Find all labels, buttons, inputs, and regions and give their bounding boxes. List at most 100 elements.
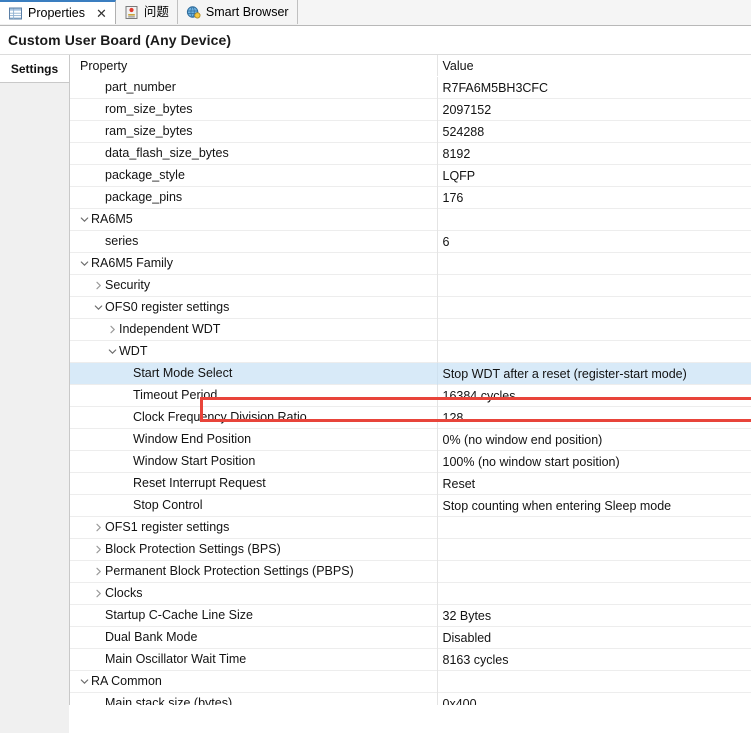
table-row[interactable]: Permanent Block Protection Settings (PBP… (70, 561, 751, 583)
cell-value[interactable]: R7FA6M5BH3CFC (437, 77, 751, 99)
cell-property[interactable]: WDT (70, 341, 437, 363)
cell-property[interactable]: series (70, 231, 437, 253)
cell-value[interactable]: Stop counting when entering Sleep mode (437, 495, 751, 517)
cell-value[interactable]: Stop WDT after a reset (register-start m… (437, 363, 751, 385)
table-row[interactable]: OFS0 register settings (70, 297, 751, 319)
cell-value[interactable] (437, 671, 751, 693)
chevron-down-icon[interactable] (77, 677, 91, 686)
cell-value[interactable] (437, 517, 751, 539)
cell-property[interactable]: package_style (70, 165, 437, 187)
table-row[interactable]: Start Mode SelectStop WDT after a reset … (70, 363, 751, 385)
chevron-right-icon[interactable] (91, 545, 105, 554)
cell-property[interactable]: Startup C-Cache Line Size (70, 605, 437, 627)
cell-property[interactable]: Stop Control (70, 495, 437, 517)
cell-property[interactable]: ram_size_bytes (70, 121, 437, 143)
table-row[interactable]: Clock Frequency Division Ratio128 (70, 407, 751, 429)
cell-value[interactable]: 32 Bytes (437, 605, 751, 627)
table-row[interactable]: data_flash_size_bytes8192 (70, 143, 751, 165)
chevron-right-icon[interactable] (91, 281, 105, 290)
cell-value[interactable]: 176 (437, 187, 751, 209)
cell-property[interactable]: Dual Bank Mode (70, 627, 437, 649)
chevron-right-icon[interactable] (91, 523, 105, 532)
cell-property[interactable]: OFS0 register settings (70, 297, 437, 319)
cell-property[interactable]: Block Protection Settings (BPS) (70, 539, 437, 561)
chevron-down-icon[interactable] (77, 215, 91, 224)
cell-value[interactable]: 0x400 (437, 693, 751, 706)
tab-problems[interactable]: 问题 (116, 0, 178, 24)
table-row[interactable]: Startup C-Cache Line Size32 Bytes (70, 605, 751, 627)
table-row[interactable]: Stop ControlStop counting when entering … (70, 495, 751, 517)
table-row[interactable]: Block Protection Settings (BPS) (70, 539, 751, 561)
table-row[interactable]: ram_size_bytes524288 (70, 121, 751, 143)
cell-property[interactable]: Clocks (70, 583, 437, 605)
cell-property[interactable]: Timeout Period (70, 385, 437, 407)
table-row[interactable]: RA Common (70, 671, 751, 693)
cell-property[interactable]: package_pins (70, 187, 437, 209)
cell-value[interactable]: 8163 cycles (437, 649, 751, 671)
chevron-right-icon[interactable] (105, 325, 119, 334)
sidebar-item-settings[interactable]: Settings (0, 55, 69, 83)
chevron-down-icon[interactable] (91, 303, 105, 312)
table-row[interactable]: Reset Interrupt RequestReset (70, 473, 751, 495)
table-row[interactable]: Independent WDT (70, 319, 751, 341)
cell-value[interactable]: Disabled (437, 627, 751, 649)
cell-value[interactable]: 524288 (437, 121, 751, 143)
cell-value[interactable] (437, 341, 751, 363)
table-row[interactable]: Window Start Position100% (no window sta… (70, 451, 751, 473)
table-row[interactable]: RA6M5 (70, 209, 751, 231)
cell-property[interactable]: RA6M5 Family (70, 253, 437, 275)
cell-property[interactable]: Permanent Block Protection Settings (PBP… (70, 561, 437, 583)
table-row[interactable]: OFS1 register settings (70, 517, 751, 539)
cell-value[interactable] (437, 319, 751, 341)
cell-property[interactable]: part_number (70, 77, 437, 99)
column-header-property[interactable]: Property (70, 55, 437, 77)
close-icon[interactable]: ✕ (96, 7, 107, 20)
cell-property[interactable]: data_flash_size_bytes (70, 143, 437, 165)
cell-value[interactable] (437, 539, 751, 561)
table-row[interactable]: Clocks (70, 583, 751, 605)
cell-property[interactable]: Clock Frequency Division Ratio (70, 407, 437, 429)
table-row[interactable]: Main stack size (bytes)0x400 (70, 693, 751, 706)
cell-property[interactable]: RA Common (70, 671, 437, 693)
cell-value[interactable]: LQFP (437, 165, 751, 187)
cell-property[interactable]: Independent WDT (70, 319, 437, 341)
table-row[interactable]: Main Oscillator Wait Time8163 cycles (70, 649, 751, 671)
cell-property[interactable]: Window End Position (70, 429, 437, 451)
cell-value[interactable] (437, 583, 751, 605)
cell-property[interactable]: RA6M5 (70, 209, 437, 231)
cell-value[interactable] (437, 275, 751, 297)
tab-smart-browser[interactable]: Smart Browser (178, 0, 298, 24)
cell-property[interactable]: rom_size_bytes (70, 99, 437, 121)
cell-value[interactable]: 16384 cycles (437, 385, 751, 407)
table-row[interactable]: Timeout Period16384 cycles (70, 385, 751, 407)
cell-value[interactable] (437, 209, 751, 231)
column-header-value[interactable]: Value (437, 55, 751, 77)
cell-value[interactable] (437, 561, 751, 583)
cell-value[interactable]: 128 (437, 407, 751, 429)
cell-value[interactable]: 2097152 (437, 99, 751, 121)
cell-value[interactable]: 0% (no window end position) (437, 429, 751, 451)
cell-value[interactable]: 8192 (437, 143, 751, 165)
table-row[interactable]: rom_size_bytes2097152 (70, 99, 751, 121)
cell-property[interactable]: OFS1 register settings (70, 517, 437, 539)
chevron-right-icon[interactable] (91, 589, 105, 598)
cell-value[interactable]: Reset (437, 473, 751, 495)
cell-value[interactable] (437, 297, 751, 319)
chevron-down-icon[interactable] (105, 347, 119, 356)
table-row[interactable]: RA6M5 Family (70, 253, 751, 275)
table-row[interactable]: package_pins176 (70, 187, 751, 209)
table-row[interactable]: series6 (70, 231, 751, 253)
cell-value[interactable]: 6 (437, 231, 751, 253)
table-row[interactable]: Security (70, 275, 751, 297)
table-row[interactable]: package_styleLQFP (70, 165, 751, 187)
table-row[interactable]: Window End Position 0% (no window end po… (70, 429, 751, 451)
cell-value[interactable]: 100% (no window start position) (437, 451, 751, 473)
cell-property[interactable]: Main Oscillator Wait Time (70, 649, 437, 671)
tab-properties[interactable]: Properties ✕ (0, 0, 116, 24)
cell-value[interactable] (437, 253, 751, 275)
table-row[interactable]: part_numberR7FA6M5BH3CFC (70, 77, 751, 99)
cell-property[interactable]: Start Mode Select (70, 363, 437, 385)
chevron-down-icon[interactable] (77, 259, 91, 268)
cell-property[interactable]: Reset Interrupt Request (70, 473, 437, 495)
table-row[interactable]: WDT (70, 341, 751, 363)
